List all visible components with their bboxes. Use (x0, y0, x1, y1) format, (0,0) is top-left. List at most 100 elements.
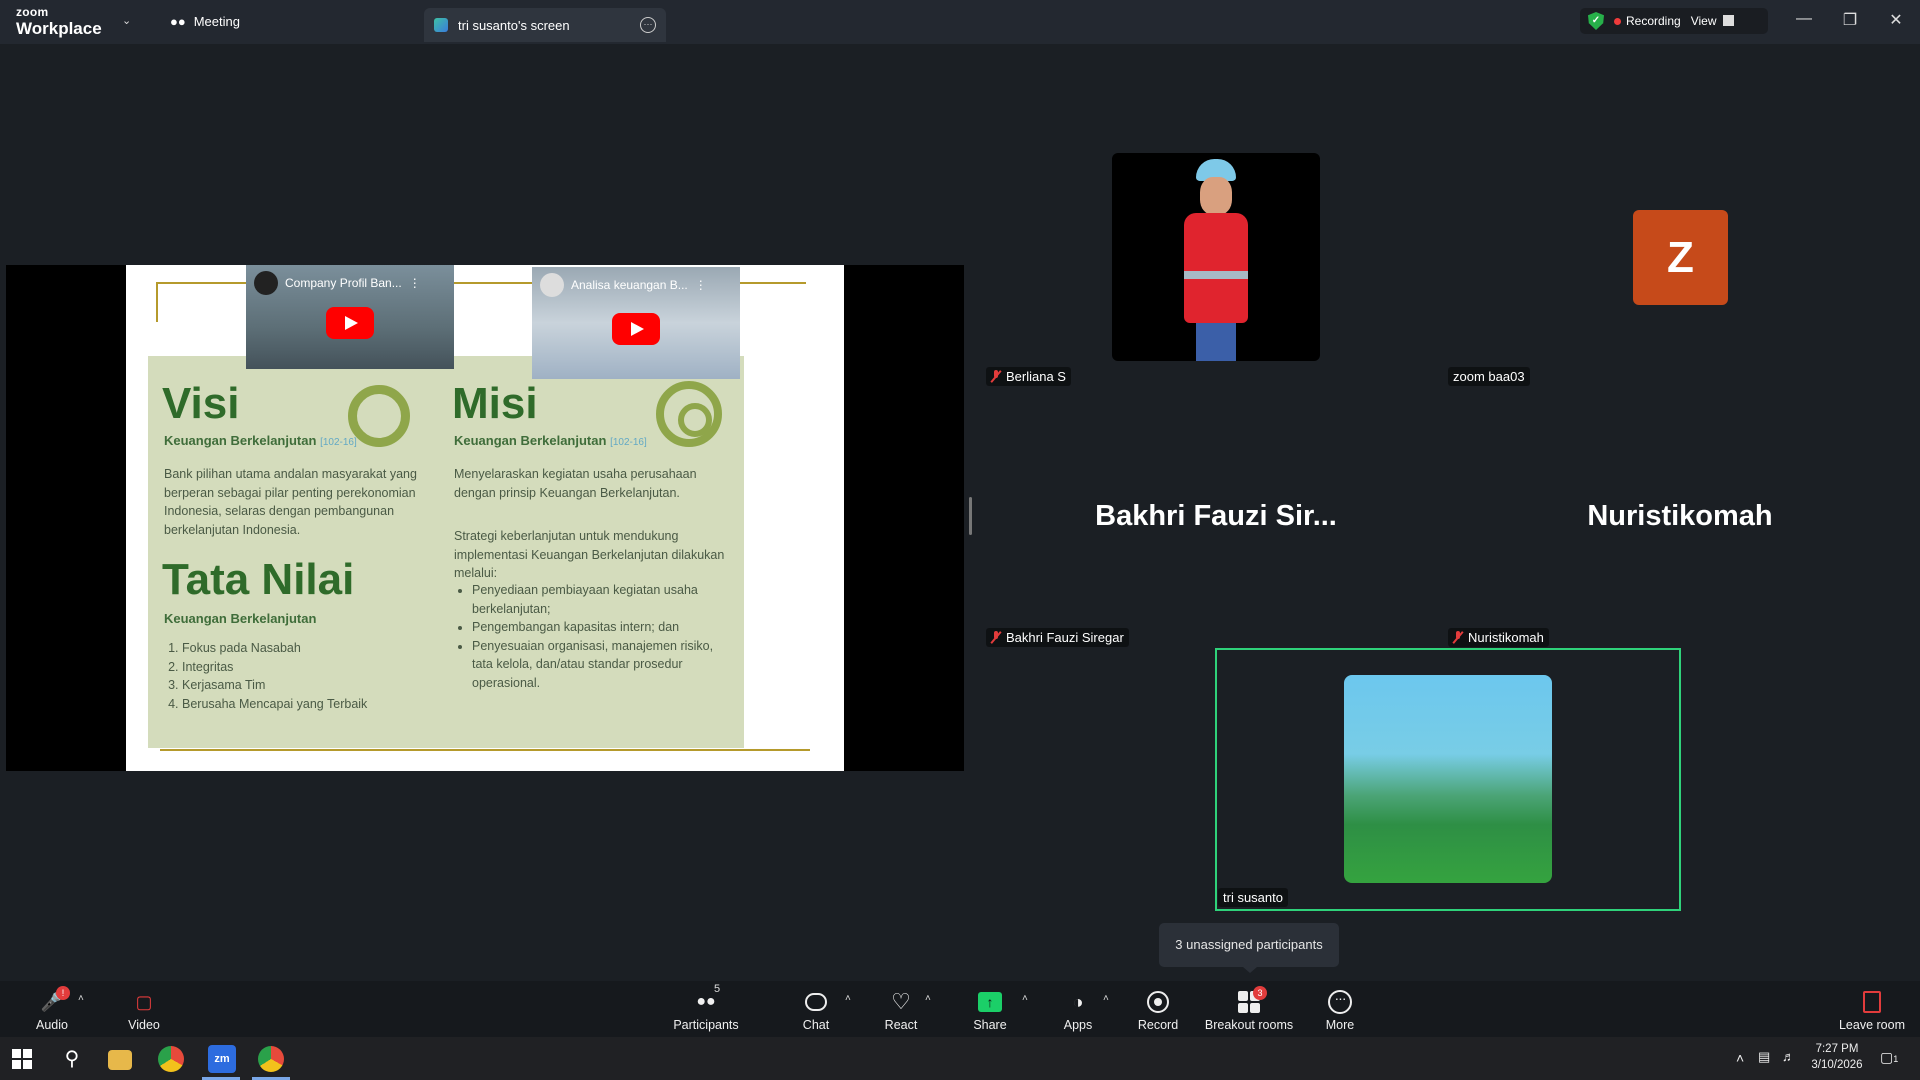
list-item: Pengembangan kapasitas intern; dan (472, 618, 730, 637)
participant-video-berliana[interactable] (1112, 153, 1320, 361)
leave-icon (1863, 991, 1881, 1013)
encryption-shield-icon[interactable]: ✓ (1588, 12, 1604, 30)
participant-display-name-nuristikomah: Nuristikomah (1587, 500, 1773, 532)
leave-room-button[interactable]: Leave room (1836, 981, 1908, 1037)
participant-name-text: zoom baa03 (1453, 369, 1525, 384)
youtube-play-icon[interactable] (612, 313, 660, 346)
tray-chevron-up-icon[interactable]: ˄ (1736, 1050, 1744, 1066)
record-icon (1147, 991, 1169, 1013)
breakout-icon-wrap: 3 (1236, 986, 1267, 1014)
apps-icon: ◑ (1072, 991, 1084, 1012)
strategi-text: Strategi keberlanjutan untuk mendukung i… (454, 529, 725, 580)
breakout-rooms-button[interactable]: 3 Breakout rooms (1204, 981, 1294, 1037)
shared-screen[interactable]: Company Profil Ban... ⋮ Analisa keuangan … (6, 265, 964, 771)
video-title: Analisa keuangan B... (571, 278, 688, 292)
audio-alert-badge: ! (56, 986, 70, 1000)
presentation-slide: Company Profil Ban... ⋮ Analisa keuangan … (126, 265, 844, 771)
visi-subheading: Keuangan Berkelanjutan [102-16] (164, 433, 357, 448)
list-item: Kerjasama Tim (182, 676, 404, 695)
react-button[interactable]: ♡ React (880, 981, 922, 1037)
mic-muted-icon (991, 631, 1001, 644)
share-button[interactable]: ↑ Share (970, 981, 1010, 1037)
chrome-icon[interactable] (158, 1046, 184, 1072)
apps-button[interactable]: ◑ Apps (1060, 981, 1096, 1037)
search-icon[interactable]: ⚲ (58, 1045, 86, 1073)
recording-dot-icon (1614, 18, 1621, 25)
chat-button[interactable]: Chat (796, 981, 836, 1037)
zoom-app-icon[interactable]: zm (208, 1045, 236, 1073)
brand-bottom: Workplace (16, 19, 102, 38)
misi-sub-label: Keuangan Berkelanjutan (454, 433, 607, 448)
chrome-profile-icon[interactable] (258, 1046, 284, 1072)
video-title: Company Profil Ban... (285, 276, 402, 290)
recording-label: Recording (1626, 14, 1681, 28)
view-button[interactable]: View (1691, 14, 1734, 28)
chat-icon-wrap (803, 990, 829, 1014)
windows-start-icon[interactable] (12, 1049, 32, 1069)
participants-label: Participants (673, 1018, 739, 1032)
tata-nilai-list: Fokus pada Nasabah Integritas Kerjasama … (164, 639, 404, 713)
heart-icon: ♡ (891, 989, 911, 1014)
clock-date: 3/10/2026 (1811, 1059, 1863, 1071)
record-icon-wrap (1145, 990, 1171, 1014)
share-icon-wrap: ↑ (977, 990, 1003, 1014)
title-bar: zoom Workplace ⌄ ●● Meeting tri susanto'… (0, 0, 1920, 44)
more-label: More (1325, 1018, 1355, 1032)
youtube-play-icon[interactable] (326, 307, 374, 340)
youtube-video-2[interactable]: Analisa keuangan B... ⋮ (532, 267, 740, 379)
chat-options-chevron-icon[interactable]: ˄ (845, 993, 851, 1004)
chat-icon (805, 993, 827, 1011)
minimize-icon[interactable]: — (1794, 10, 1814, 28)
resize-handle[interactable] (969, 497, 972, 535)
video-button[interactable]: ▢ Video (122, 981, 166, 1037)
kebab-menu-icon[interactable]: ⋮ (695, 278, 707, 292)
network-icon[interactable]: ▤ (1758, 1049, 1770, 1065)
visi-sub-label: Keuangan Berkelanjutan (164, 433, 317, 448)
list-item: Penyesuaian organisasi, manajemen risiko… (472, 637, 730, 693)
participant-name-text: Bakhri Fauzi Siregar (1006, 630, 1124, 645)
slide-bottom-rule (160, 749, 810, 751)
meeting-toolbar: 🎤! Audio ˄ ▢ Video ●● 5 Participants Chat… (0, 981, 1920, 1037)
notification-icon[interactable]: ▢1 (1880, 1049, 1898, 1067)
channel-avatar (254, 271, 278, 295)
clock[interactable]: 7:27 PM 3/10/2026 (1804, 1041, 1870, 1073)
audio-options-chevron-icon[interactable]: ˄ (78, 993, 84, 1004)
participant-name-nuristikomah: Nuristikomah (1448, 628, 1549, 647)
video-label: Video (128, 1018, 160, 1032)
restore-icon[interactable]: ❐ (1840, 10, 1860, 30)
react-options-chevron-icon[interactable]: ˄ (925, 993, 931, 1004)
participants-count: 5 (714, 983, 721, 995)
tab-meeting[interactable]: ●● Meeting (170, 14, 240, 29)
microphone-icon: 🎤! (39, 986, 70, 1014)
participants-icon: ●● 5 (696, 983, 721, 1010)
chevron-down-icon[interactable]: ⌄ (122, 14, 131, 27)
volume-icon[interactable]: ♬ (1782, 1049, 1795, 1065)
recording-indicator[interactable]: Recording (1614, 14, 1681, 28)
participant-video-tri (1344, 675, 1552, 883)
avatar: Z (1633, 210, 1728, 305)
file-explorer-icon[interactable] (108, 1050, 132, 1070)
participant-name-text: Nuristikomah (1468, 630, 1544, 645)
ellipsis-icon[interactable]: ⋯ (640, 17, 656, 33)
more-button[interactable]: ··· More (1320, 981, 1360, 1037)
participants-button[interactable]: ●● 5 Participants (670, 981, 742, 1037)
list-item: Berusaha Mencapai yang Terbaik (182, 695, 404, 714)
tab-meeting-label: Meeting (193, 14, 240, 29)
participant-name-text: tri susanto (1223, 890, 1283, 905)
misi-heading: Misi (452, 379, 538, 428)
chat-label: Chat (802, 1018, 830, 1032)
misi-ref: [102-16] (610, 437, 647, 448)
video-off-icon: ▢ (135, 991, 153, 1012)
record-button[interactable]: Record (1138, 981, 1178, 1037)
tab-shared-screen[interactable]: tri susanto's screen ⋯ (424, 8, 666, 42)
audio-button[interactable]: 🎤! Audio (30, 981, 74, 1037)
youtube-video-1[interactable]: Company Profil Ban... ⋮ (246, 265, 454, 369)
kebab-menu-icon[interactable]: ⋮ (409, 276, 421, 290)
react-label: React (884, 1018, 918, 1032)
misi-text: Menyelaraskan kegiatan usaha perusahaan … (454, 467, 697, 500)
zoom-logo[interactable]: zoom Workplace (16, 6, 102, 37)
share-options-chevron-icon[interactable]: ˄ (1022, 993, 1028, 1004)
participant-name-bakhri: Bakhri Fauzi Siregar (986, 628, 1129, 647)
apps-options-chevron-icon[interactable]: ˄ (1103, 993, 1109, 1004)
close-icon[interactable]: ✕ (1886, 10, 1906, 30)
